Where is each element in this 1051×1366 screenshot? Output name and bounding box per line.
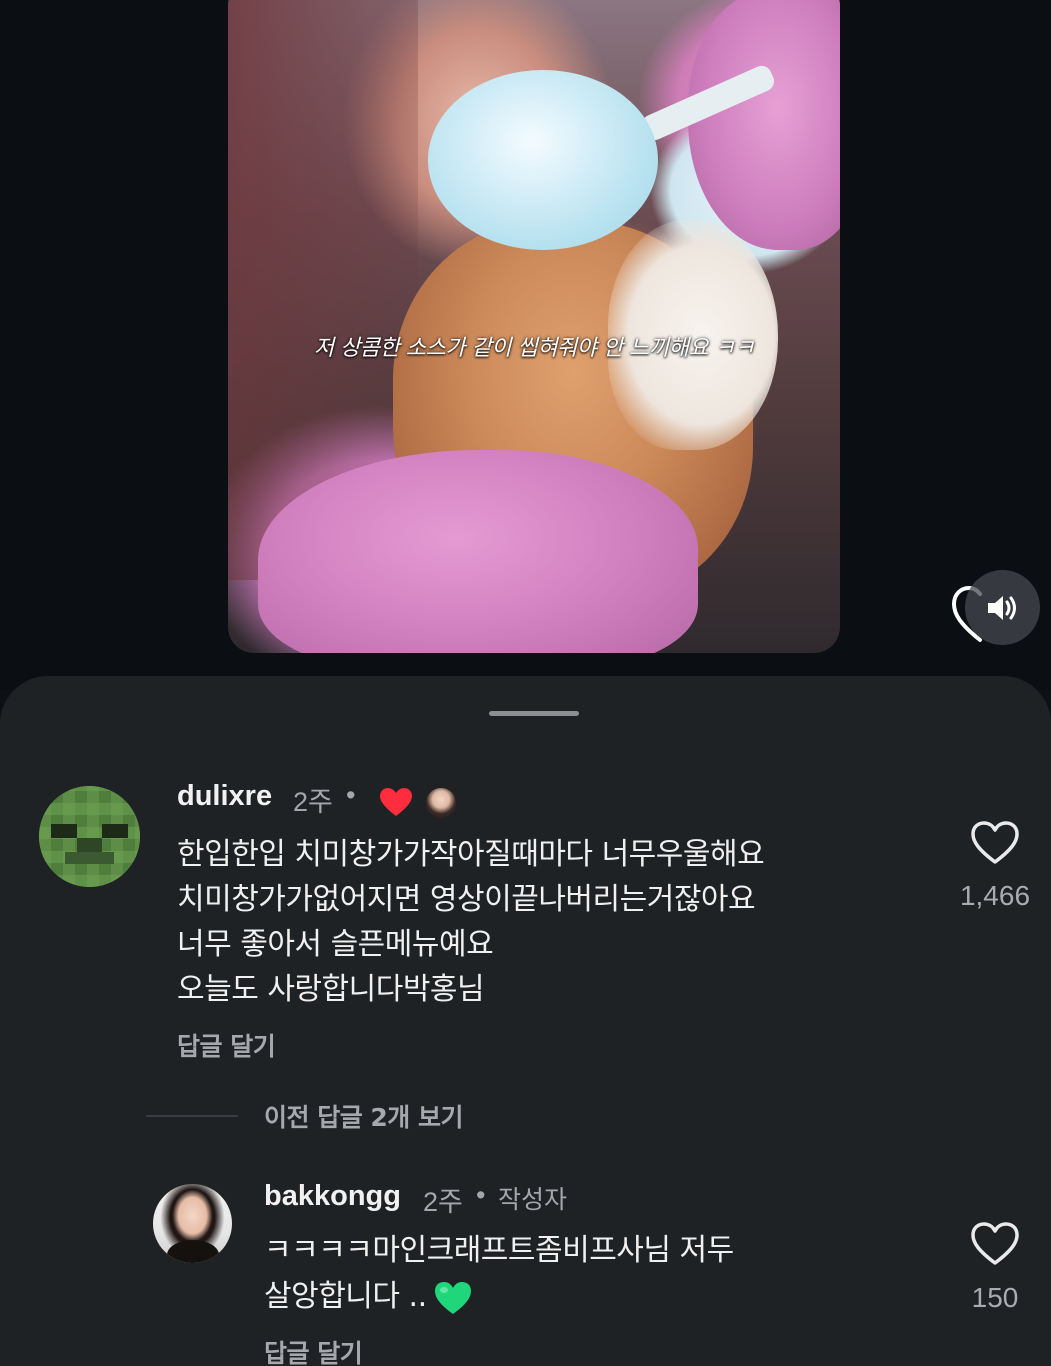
reply-line: ㅋㅋㅋㅋ마인크래프트좀비프사님 저두 xyxy=(264,1233,734,1268)
volume-icon xyxy=(987,595,1016,620)
reply-line-2: 살앙합니다 .. xyxy=(264,1274,473,1319)
video-player[interactable]: 저 상콤한 소스가 같이 씹혀줘야 안 느끼해요 ㅋㅋ xyxy=(228,0,840,653)
comment-line: 너무 좋아서 슬픈메뉴예요 xyxy=(177,927,494,962)
reply-button[interactable]: 답글 달기 xyxy=(264,1334,363,1366)
green-heart-emoji xyxy=(434,1281,471,1314)
like-count: 1,466 xyxy=(959,880,1031,911)
meta-separator: • xyxy=(346,780,356,810)
video-caption: 저 상콤한 소스가 같이 씹혀줘야 안 느끼해요 ㅋㅋ xyxy=(313,336,755,361)
comment-line: 오늘도 사랑합니다박홍님 xyxy=(177,972,485,1007)
video-ice-cream-scoop xyxy=(428,70,658,250)
video-glove-bottom xyxy=(258,450,698,653)
reply-line-text: 살앙합니다 .. xyxy=(264,1279,427,1314)
video-feed-area: 저 상콤한 소스가 같이 씹혀줘야 안 느끼해요 ㅋㅋ xyxy=(0,0,1051,690)
author-badge: 작성자 xyxy=(498,1185,568,1214)
comment-line: 치미창가가없어지면 영상이끝나버리는거잖아요 xyxy=(177,882,756,917)
divider xyxy=(146,1115,238,1117)
creator-avatar-mini xyxy=(424,786,458,820)
comment-line: 한입한입 치미창가가작아질때마다 너무우울해요 xyxy=(177,837,765,872)
reply-username[interactable]: bakkongg xyxy=(264,1180,401,1213)
like-count: 150 xyxy=(971,1282,1019,1313)
sheet-drag-handle[interactable] xyxy=(489,711,579,716)
reply-time: 2주 xyxy=(423,1187,463,1217)
heart-outline-icon[interactable] xyxy=(970,1221,1020,1267)
red-heart-icon xyxy=(380,788,412,816)
meta-separator: • xyxy=(476,1180,486,1210)
comment-time: 2주 xyxy=(293,787,333,817)
comment-username[interactable]: dulixre xyxy=(177,780,272,813)
video-glove-top xyxy=(688,0,840,250)
view-previous-replies-button[interactable]: 이전 답글 2개 보기 xyxy=(264,1098,464,1134)
avatar-shoulders xyxy=(167,1240,219,1263)
volume-button[interactable] xyxy=(965,570,1040,645)
reply-button[interactable]: 답글 달기 xyxy=(177,1027,276,1063)
heart-outline-icon[interactable] xyxy=(970,820,1020,866)
avatar[interactable] xyxy=(39,786,140,887)
avatar[interactable] xyxy=(153,1184,232,1263)
